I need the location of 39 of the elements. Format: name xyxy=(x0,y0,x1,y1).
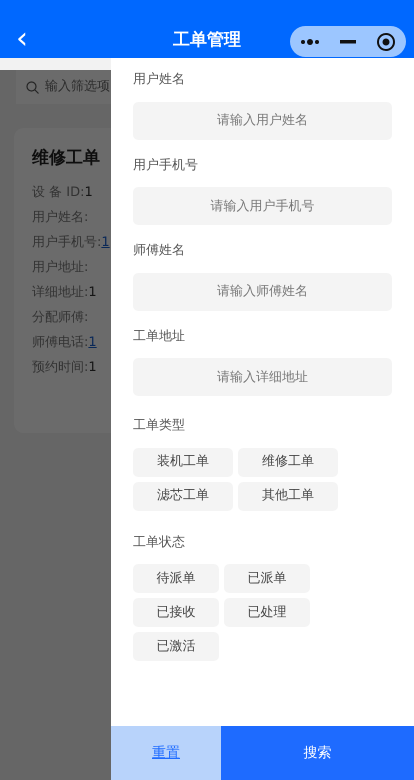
filter-option[interactable]: 滤芯工单 xyxy=(133,482,233,510)
search-icon xyxy=(26,80,39,94)
filter-option[interactable]: 已激活 xyxy=(133,632,219,661)
input-field[interactable]: 请输入用户姓名 xyxy=(133,102,392,140)
input-field[interactable]: 请输入详细地址 xyxy=(133,358,392,396)
input-field[interactable]: 请输入用户手机号 xyxy=(133,187,392,225)
field-label: 用户地址: xyxy=(32,260,88,274)
page-title: 工单管理 xyxy=(172,29,242,52)
filter-option[interactable]: 装机工单 xyxy=(133,448,233,476)
field-label: 预约时间: xyxy=(32,360,88,374)
field-label: 设 备 ID: xyxy=(32,184,84,200)
input-field[interactable]: 请输入师傅姓名 xyxy=(133,272,392,310)
search-button[interactable]: 搜索 xyxy=(221,726,414,780)
field-label: 工单地址 xyxy=(133,328,186,346)
search-placeholder: 输入筛选项 xyxy=(45,78,110,96)
field-label: 用户手机号: xyxy=(32,234,102,250)
section-label: 工单状态 xyxy=(133,534,186,552)
filter-option[interactable]: 其他工单 xyxy=(238,482,338,510)
field-value: 1 xyxy=(88,284,97,300)
close-icon[interactable] xyxy=(376,32,396,52)
minimize-icon[interactable] xyxy=(340,40,356,44)
field-label: 用户姓名 xyxy=(133,71,186,89)
section-label: 工单类型 xyxy=(133,417,186,435)
field-label: 用户姓名: xyxy=(32,210,88,224)
field-label: 师傅姓名 xyxy=(133,242,186,260)
filter-option[interactable]: 已处理 xyxy=(224,598,310,627)
card-title: 维修工单 xyxy=(32,147,100,170)
filter-option[interactable]: 已接收 xyxy=(133,598,219,627)
filter-option[interactable]: 已派单 xyxy=(224,564,310,593)
field-value: 1 xyxy=(84,184,93,200)
field-label: 师傅电话: xyxy=(32,334,88,350)
back-button[interactable]: ‹ xyxy=(12,24,32,54)
field-label: 详细地址: xyxy=(32,284,88,300)
field-label: 用户手机号 xyxy=(133,156,199,174)
field-value: 1 xyxy=(88,360,97,374)
filter-option[interactable]: 维修工单 xyxy=(238,448,338,476)
more-icon[interactable] xyxy=(300,38,320,46)
field-label: 分配师傅: xyxy=(32,310,88,324)
filter-option[interactable]: 待派单 xyxy=(133,564,219,593)
